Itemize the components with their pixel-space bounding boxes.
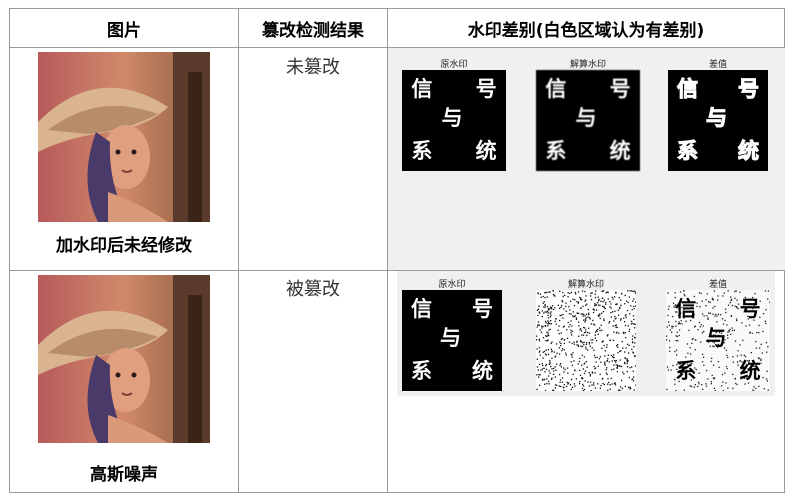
- glyph: 信: [677, 77, 699, 102]
- row-caption: 高斯噪声: [90, 465, 158, 485]
- watermark-image: 信 号 与 系 统: [668, 70, 768, 171]
- glyph: 统: [472, 358, 493, 383]
- panel-title: 差值: [708, 280, 727, 290]
- glyph: 号: [738, 77, 760, 102]
- glyph: 系: [411, 138, 433, 163]
- glyph: 信: [545, 77, 567, 102]
- comparison-table: 图片 篡改检测结果 水印差别(白色区域认为有差别) 加水印后未经修改 未篡改 原…: [9, 8, 785, 493]
- row-caption: 加水印后未经修改: [56, 236, 192, 256]
- glyph: 与: [440, 326, 461, 351]
- column-divider: [238, 9, 239, 492]
- glyph: 系: [411, 358, 432, 383]
- glyph: 号: [475, 77, 497, 102]
- lena-photo-noisy: [38, 275, 210, 443]
- glyph: 号: [739, 297, 761, 322]
- glyph: 统: [475, 138, 497, 163]
- glyph: 系: [545, 138, 567, 163]
- glyph: 与: [575, 106, 597, 131]
- noise-pattern-icon: [536, 290, 636, 391]
- glyph: 与: [705, 326, 727, 351]
- watermark-image: 信 号 与 系 统: [536, 70, 640, 171]
- lena-photo: [38, 52, 210, 222]
- watermark-image: [536, 290, 636, 391]
- glyph: 统: [739, 358, 761, 383]
- glyph: 统: [738, 138, 760, 163]
- panel-title: 原水印: [440, 60, 468, 70]
- watermark-decoded: 解算水印 信 号 与 系 统: [536, 57, 640, 171]
- glyph: 与: [706, 106, 728, 131]
- glyph: 与: [441, 106, 463, 131]
- glyph: 号: [472, 297, 493, 322]
- watermark-original: 原水印 信 号 与 系 统: [402, 277, 502, 391]
- glyph: 统: [609, 138, 631, 163]
- header-image: 图片: [107, 20, 141, 41]
- watermark-image: 信 号 与 系 统: [402, 70, 506, 171]
- lena-portrait-icon: [38, 52, 210, 222]
- detection-status: 被篡改: [286, 279, 340, 300]
- panel-title: 差值: [708, 60, 727, 70]
- lena-portrait-icon: [38, 275, 210, 443]
- watermark-image: 信 号 与 系 统: [402, 290, 502, 391]
- watermark-difference: 差值 信 号 与 系 统: [666, 277, 770, 391]
- panel-title: 原水印: [438, 280, 466, 290]
- panel-title: 解算水印: [569, 60, 606, 70]
- watermark-original: 原水印 信 号 与 系 统: [402, 57, 506, 171]
- header-watermark-difference: 水印差别(白色区域认为有差别): [467, 20, 705, 41]
- glyph: 号: [609, 77, 631, 102]
- glyph: 信: [411, 297, 432, 322]
- watermark-image: 信 号 与 系 统: [666, 290, 770, 391]
- glyph: 信: [411, 77, 433, 102]
- glyph: 信: [675, 297, 697, 322]
- glyph: 系: [677, 138, 699, 163]
- header-detection-result: 篡改检测结果: [262, 20, 364, 41]
- watermark-decoded-noise: 解算水印: [536, 277, 636, 391]
- detection-status: 未篡改: [286, 57, 340, 78]
- panel-title: 解算水印: [567, 280, 604, 290]
- glyph: 系: [675, 358, 697, 383]
- watermark-difference: 差值 信 号 与 系 统: [668, 57, 768, 171]
